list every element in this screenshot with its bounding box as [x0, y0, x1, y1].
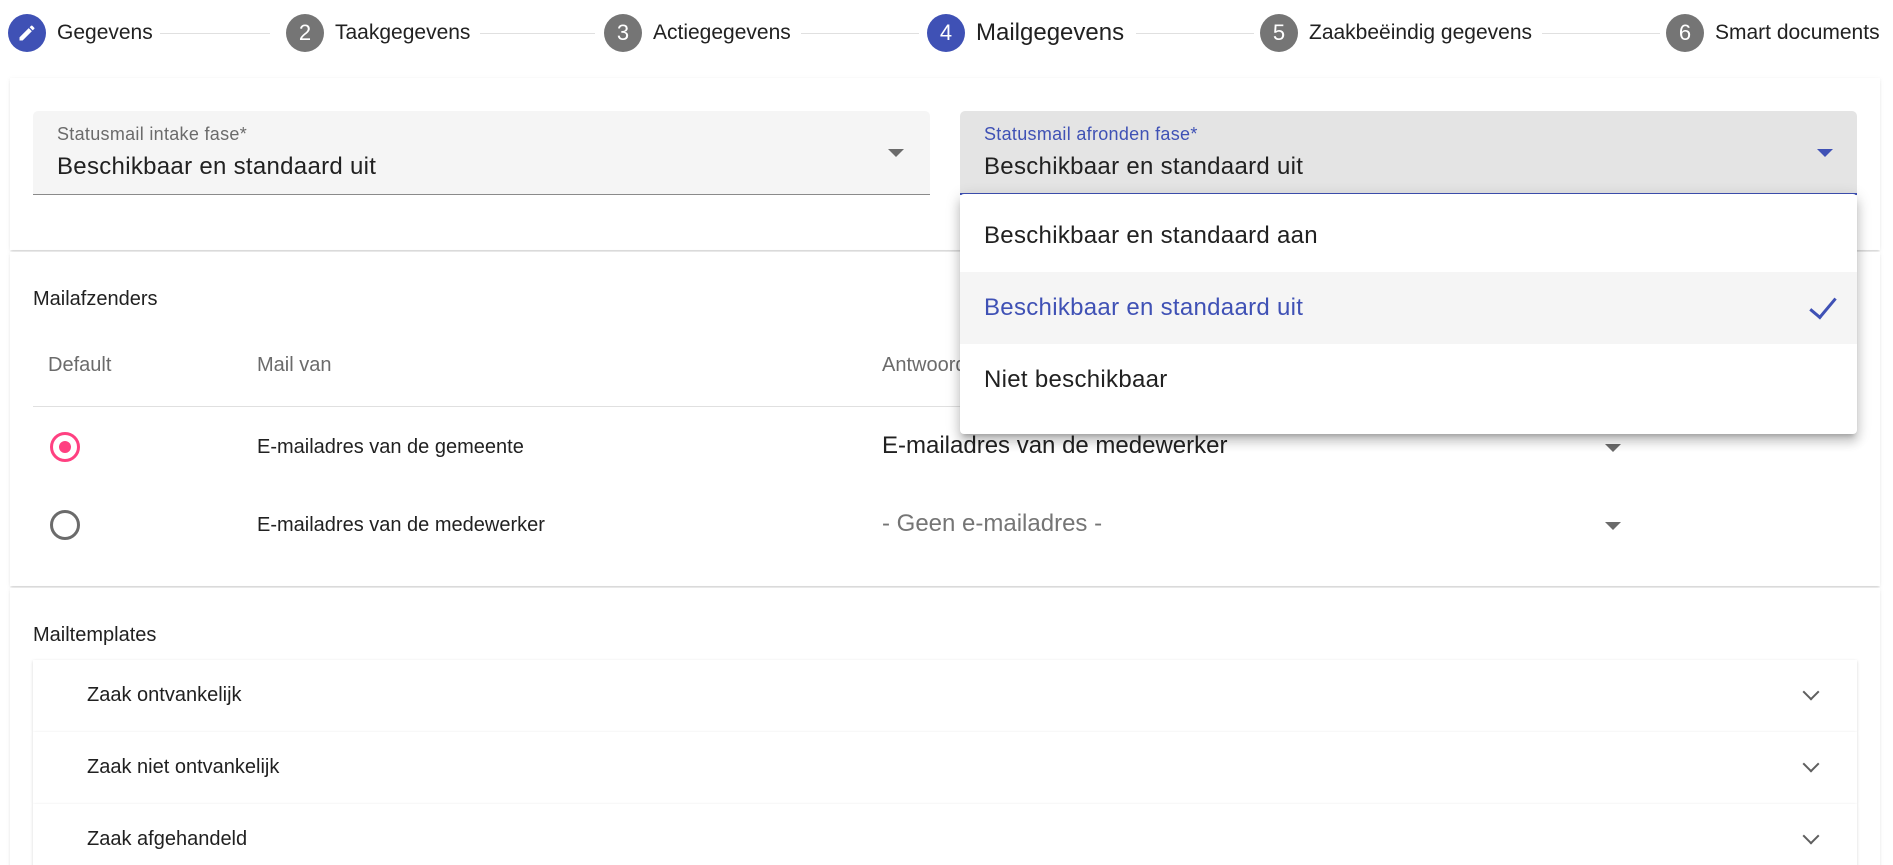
checkmark-icon [1809, 290, 1837, 320]
option-beschikbaar-standaard-uit[interactable]: Beschikbaar en standaard uit [960, 272, 1857, 344]
chevron-down-icon [1802, 755, 1820, 773]
option-niet-beschikbaar[interactable]: Niet beschikbaar [960, 344, 1857, 416]
mailtemplates-title: Mailtemplates [33, 624, 157, 646]
step-label: Gegevens [57, 21, 153, 44]
edit-pencil-icon [8, 14, 46, 52]
option-label: Beschikbaar en standaard uit [984, 294, 1304, 321]
field-label: Statusmail afronden fase* [984, 124, 1198, 144]
antwoord-value: E-mailadres van de medewerker [882, 432, 1228, 459]
option-beschikbaar-standaard-aan[interactable]: Beschikbaar en standaard aan [960, 200, 1857, 272]
step-taakgegevens[interactable]: 2 Taakgegevens [286, 14, 470, 52]
antwoord-value: - Geen e-mailadres - [882, 510, 1103, 537]
template-panel-zaak-ontvankelijk[interactable]: Zaak ontvankelijk [33, 660, 1857, 732]
mailafzenders-title: Mailafzenders [33, 288, 158, 310]
field-value: Beschikbaar en standaard uit [57, 153, 377, 180]
field-value: Beschikbaar en standaard uit [984, 153, 1304, 180]
dropdown-arrow-icon [1605, 444, 1621, 452]
option-label: Beschikbaar en standaard aan [984, 222, 1318, 249]
step-connector [1542, 33, 1660, 34]
default-radio-medewerker[interactable] [50, 510, 80, 540]
template-title: Zaak niet ontvankelijk [87, 756, 280, 778]
step-number: 4 [927, 14, 965, 52]
template-panel-zaak-niet-ontvankelijk[interactable]: Zaak niet ontvankelijk [33, 732, 1857, 804]
default-radio-gemeente[interactable] [50, 432, 80, 462]
template-title: Zaak ontvankelijk [87, 684, 242, 706]
template-title: Zaak afgehandeld [87, 828, 248, 850]
dropdown-arrow-icon [888, 149, 904, 157]
step-number: 6 [1666, 14, 1704, 52]
option-label: Niet beschikbaar [984, 366, 1168, 393]
statusmail-afronden-select[interactable]: Statusmail afronden fase* Beschikbaar en… [960, 111, 1857, 195]
statusmail-afronden-options: Beschikbaar en standaard aan Beschikbaar… [960, 194, 1857, 434]
step-zaakbeeindig-gegevens[interactable]: 5 Zaakbeëindig gegevens [1260, 14, 1532, 52]
chevron-down-icon [1802, 827, 1820, 845]
step-label: Smart documents [1715, 21, 1880, 44]
statusmail-intake-select[interactable]: Statusmail intake fase* Beschikbaar en s… [33, 111, 930, 195]
step-number: 5 [1260, 14, 1298, 52]
stepper: Gegevens 2 Taakgegevens 3 Actiegegevens … [0, 0, 1893, 66]
step-connector [480, 33, 595, 34]
step-mailgegevens[interactable]: 4 Mailgegevens [927, 14, 1124, 52]
step-connector [160, 33, 270, 34]
step-label: Taakgegevens [335, 21, 471, 44]
step-label: Zaakbeëindig gegevens [1309, 21, 1533, 44]
step-number: 3 [604, 14, 642, 52]
step-label: Actiegegevens [653, 21, 791, 44]
step-actiegegevens[interactable]: 3 Actiegegevens [604, 14, 791, 52]
field-label: Statusmail intake fase* [57, 124, 247, 144]
dropdown-arrow-icon [1817, 149, 1833, 157]
step-connector [801, 33, 919, 34]
column-header-default: Default [48, 354, 112, 376]
step-gegevens[interactable]: Gegevens [8, 14, 153, 52]
mail-van-gemeente: E-mailadres van de gemeente [257, 436, 524, 458]
dropdown-arrow-icon [1605, 522, 1621, 530]
step-number: 2 [286, 14, 324, 52]
column-header-mail-van: Mail van [257, 354, 332, 376]
chevron-down-icon [1802, 683, 1820, 701]
step-connector [1136, 33, 1254, 34]
column-header-antwoord: Antwoord [882, 354, 967, 376]
step-smart-documents[interactable]: 6 Smart documents [1666, 14, 1880, 52]
mail-van-medewerker: E-mailadres van de medewerker [257, 514, 545, 536]
antwoord-select-medewerker[interactable]: - Geen e-mailadres - [882, 502, 1622, 548]
step-label: Mailgegevens [976, 19, 1125, 46]
template-panel-zaak-afgehandeld[interactable]: Zaak afgehandeld [33, 804, 1857, 865]
